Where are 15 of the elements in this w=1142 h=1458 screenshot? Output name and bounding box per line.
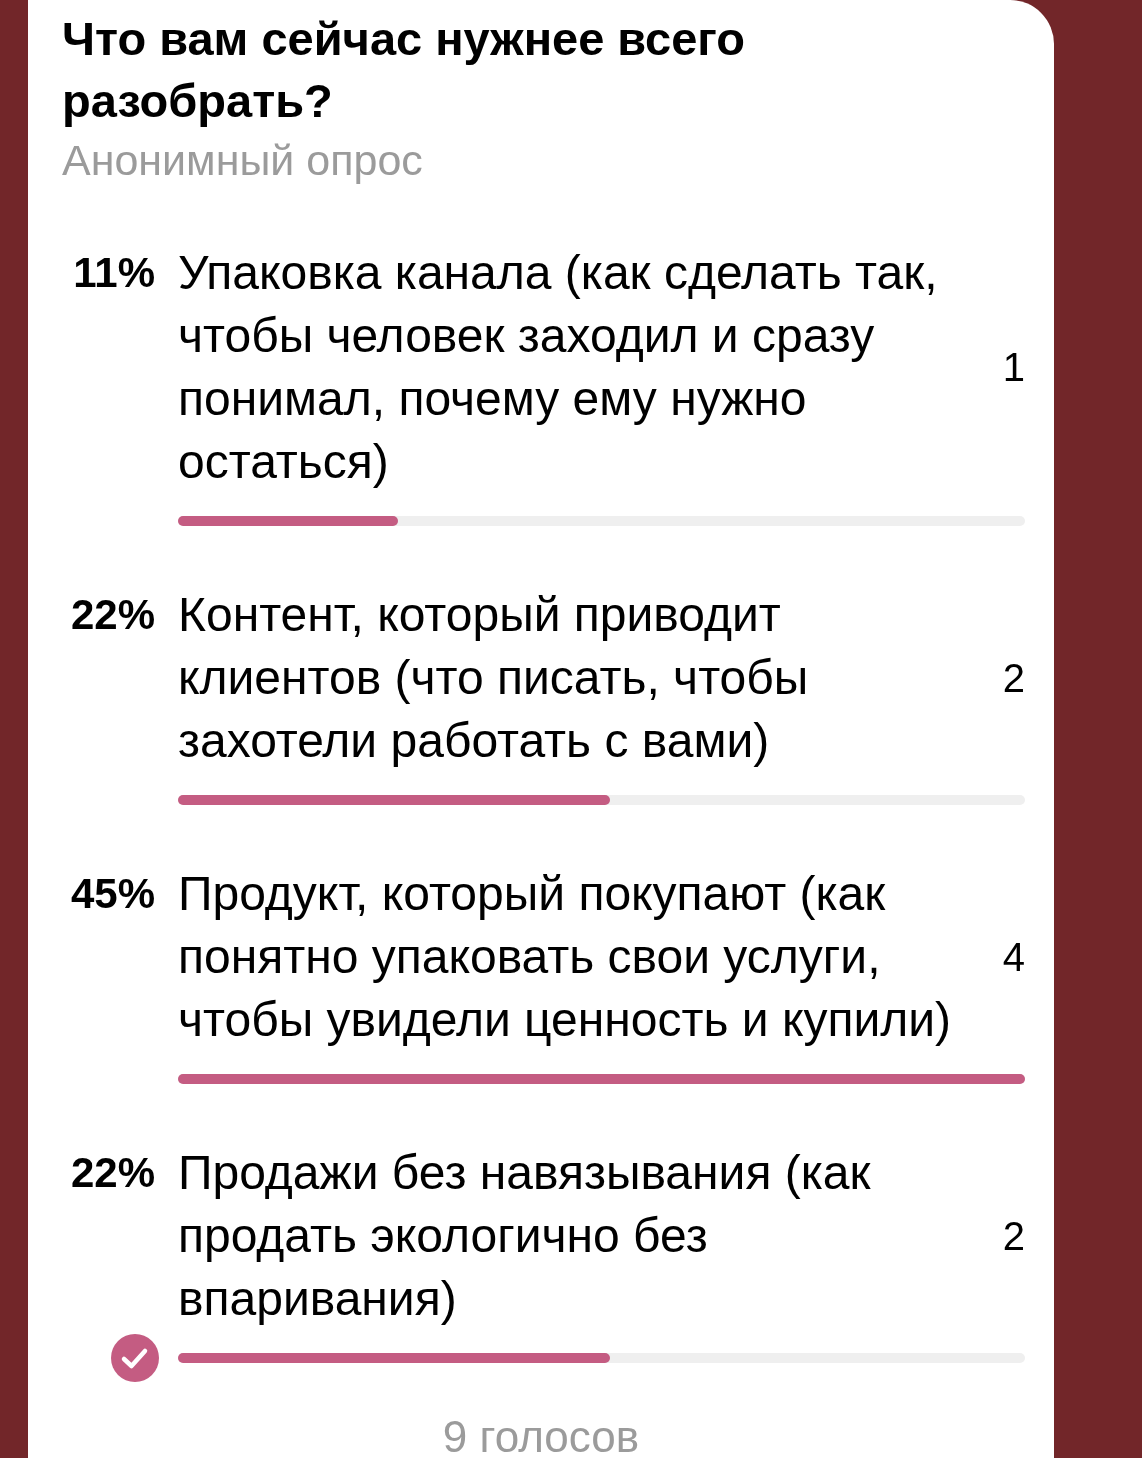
vote-count: 4 — [1002, 933, 1025, 981]
vote-count: 2 — [1002, 1212, 1025, 1260]
option-text: Контент, который приводит клиентов (что писать, чтобы захотели работать с вами) — [178, 587, 810, 769]
option-text: Упаковка канала (как сделать так, чтобы человек заходил и сразу понимал, почему ему нужно остаться) — [178, 245, 939, 490]
option-percent: 11% — [73, 248, 155, 298]
vote-count: 1 — [1002, 344, 1025, 391]
option-percent: 22% — [70, 1148, 155, 1198]
total-votes: 9 голосов — [442, 1412, 640, 1458]
poll-type-label: Анонимный опрос — [62, 135, 423, 185]
option-percent: 22% — [70, 590, 155, 640]
option-text: Продукт, который покупают (как понятно упаковать свои услуги, чтобы увидели ценность и купили) — [178, 866, 953, 1048]
poll-question: Что вам сейчас нужнее всего разобрать? — [62, 11, 747, 129]
option-text: Продажи без навязывания (как продать экологично без впаривания) — [178, 1145, 872, 1327]
vote-count: 2 — [1002, 654, 1025, 702]
option-percent: 45% — [70, 869, 155, 919]
